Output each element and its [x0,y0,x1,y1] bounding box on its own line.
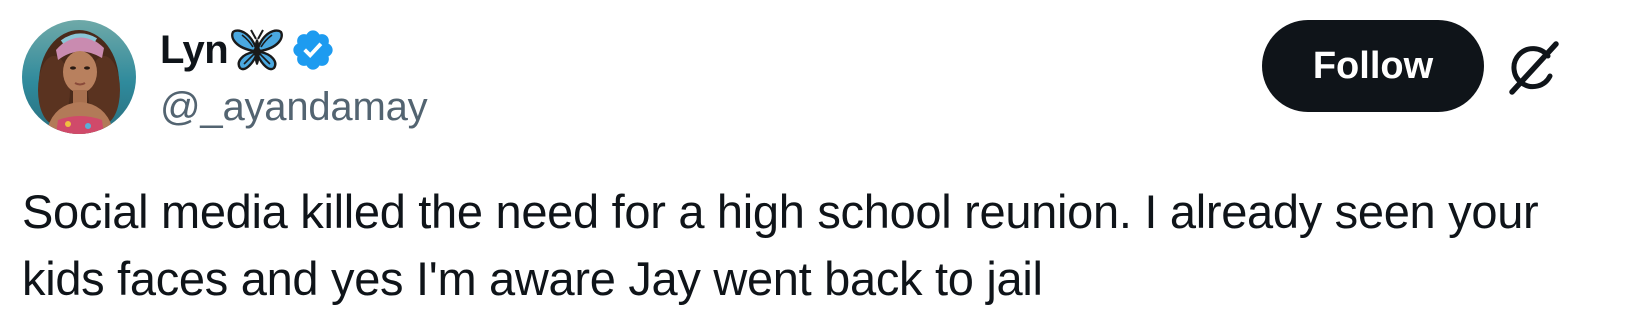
tweet-card: Lyn @_ayandamay Follow Social media kill… [0,0,1646,336]
avatar-image [22,20,136,134]
author-name-row[interactable]: Lyn [160,24,336,76]
follow-button[interactable]: Follow [1262,20,1484,112]
verified-icon[interactable] [290,27,336,73]
author-display-name[interactable]: Lyn [160,24,229,76]
avatar[interactable] [22,20,136,134]
butterfly-icon [230,26,284,74]
tweet-text: Social media killed the need for a high … [22,185,1539,305]
author-handle[interactable]: @_ayandamay [160,82,428,132]
grok-icon[interactable] [1504,38,1562,96]
